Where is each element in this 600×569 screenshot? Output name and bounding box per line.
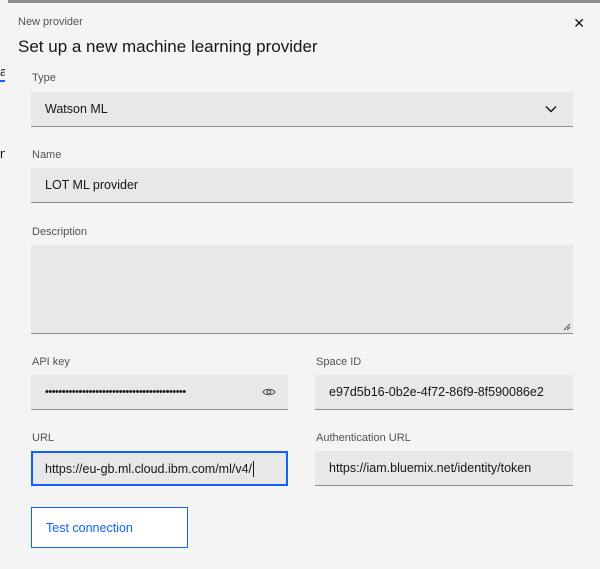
- name-input[interactable]: LOT ML provider: [31, 168, 573, 203]
- url-value: https://eu-gb.ml.cloud.ibm.com/ml/v4/: [45, 461, 253, 476]
- url-input[interactable]: https://eu-gb.ml.cloud.ibm.com/ml/v4/: [31, 451, 288, 486]
- text-cursor: [253, 460, 255, 477]
- type-select-value: Watson ML: [45, 102, 108, 116]
- url-label: URL: [32, 432, 55, 444]
- modal-label: New provider: [18, 16, 83, 28]
- name-input-value: LOT ML provider: [45, 178, 139, 192]
- auth-url-input[interactable]: https://iam.bluemix.net/identity/token: [315, 451, 573, 486]
- chevron-down-icon: [545, 106, 557, 113]
- space-id-value: e97d5b16-0b2e-4f72-86f9-8f590086e2: [329, 385, 544, 399]
- provider-modal: New provider Set up a new machine learni…: [5, 3, 600, 569]
- test-connection-label: Test connection: [46, 520, 133, 535]
- auth-url-value: https://iam.bluemix.net/identity/token: [329, 461, 532, 475]
- space-id-input[interactable]: e97d5b16-0b2e-4f72-86f9-8f590086e2: [315, 375, 573, 410]
- type-select[interactable]: Watson ML: [31, 92, 573, 127]
- description-label: Description: [32, 226, 88, 238]
- type-label: Type: [32, 72, 56, 84]
- close-icon[interactable]: ✕: [573, 15, 585, 32]
- api-key-input[interactable]: ••••••••••••••••••••••••••••••••••••••••…: [31, 375, 288, 410]
- api-key-label: API key: [32, 356, 70, 368]
- eye-icon[interactable]: [262, 387, 276, 397]
- auth-url-label: Authentication URL: [316, 432, 411, 444]
- space-id-label: Space ID: [316, 356, 362, 368]
- api-key-value: ••••••••••••••••••••••••••••••••••••••••…: [45, 386, 186, 398]
- name-label: Name: [32, 149, 62, 161]
- modal-heading: Set up a new machine learning provider: [18, 37, 318, 56]
- resize-handle-icon[interactable]: [563, 323, 571, 331]
- test-connection-button[interactable]: Test connection: [31, 507, 188, 548]
- description-textarea[interactable]: [31, 245, 573, 334]
